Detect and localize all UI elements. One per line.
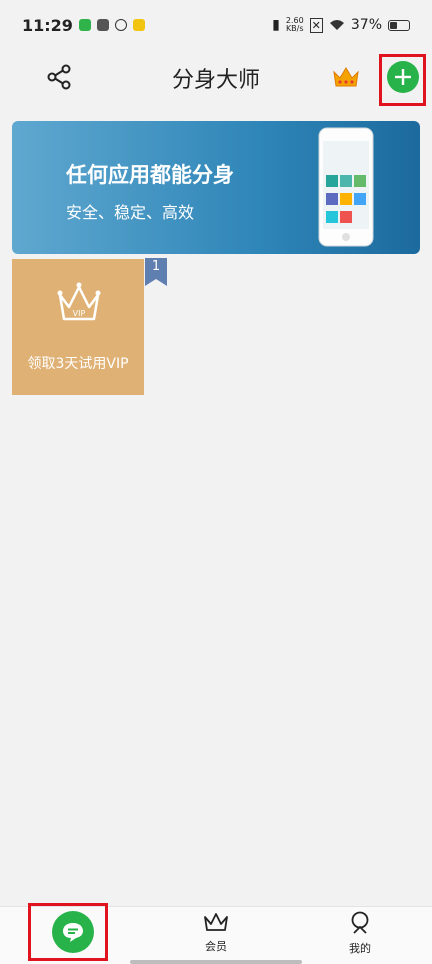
sync-icon: [114, 19, 127, 31]
vip-trial-card[interactable]: VIP 领取3天试用VIP: [12, 259, 144, 395]
battery-icon: [388, 19, 410, 31]
header-bar: 分身大师: [0, 50, 432, 106]
phone-illustration-icon: [318, 127, 374, 247]
nav-me-tab[interactable]: 我的: [330, 911, 390, 956]
count-badge: 1: [145, 258, 167, 286]
nav-me-label: 我的: [349, 942, 371, 955]
vip-crown-button[interactable]: [332, 64, 360, 90]
page-title: 分身大师: [171, 68, 260, 93]
status-right: ▮ 2.60 KB/s ✕ 37%: [272, 17, 410, 33]
crown-outline-icon: [204, 913, 228, 931]
banner-title: 任何应用都能分身: [66, 163, 234, 187]
wifi-icon: [329, 20, 344, 30]
wechat-notification-icon: [78, 19, 91, 31]
banner-subtitle: 安全、稳定、高效: [66, 203, 195, 222]
crown-icon: [333, 67, 359, 87]
home-indicator[interactable]: [130, 960, 302, 964]
status-time: 11:29: [22, 15, 73, 35]
highlight-box: [379, 54, 426, 106]
network-speed: 2.60 KB/s: [286, 17, 304, 33]
vip-crown-icon: VIP: [57, 282, 101, 321]
wifi-share-icon: [132, 19, 145, 31]
battery-percent: 37%: [350, 17, 382, 33]
sim-icon: ✕: [309, 17, 323, 33]
status-left: 11:29: [22, 16, 145, 35]
vip-crown-text: VIP: [73, 309, 86, 318]
speed-unit: KB/s: [285, 24, 304, 33]
vibrate-icon: ▮: [272, 17, 280, 33]
person-icon: [351, 911, 369, 934]
vip-card-label: 领取3天试用VIP: [27, 356, 129, 372]
status-bar: 11:29 ▮ 2.60 KB/s ✕ 37%: [0, 0, 432, 50]
app-notification-icon: [96, 19, 109, 31]
promo-banner[interactable]: 任何应用都能分身 安全、稳定、高效: [12, 121, 420, 254]
nav-vip-label: 会员: [205, 940, 227, 953]
highlight-box: [28, 903, 108, 961]
bottom-nav: 会员 我的: [0, 903, 432, 964]
nav-vip-tab[interactable]: 会员: [186, 911, 246, 954]
